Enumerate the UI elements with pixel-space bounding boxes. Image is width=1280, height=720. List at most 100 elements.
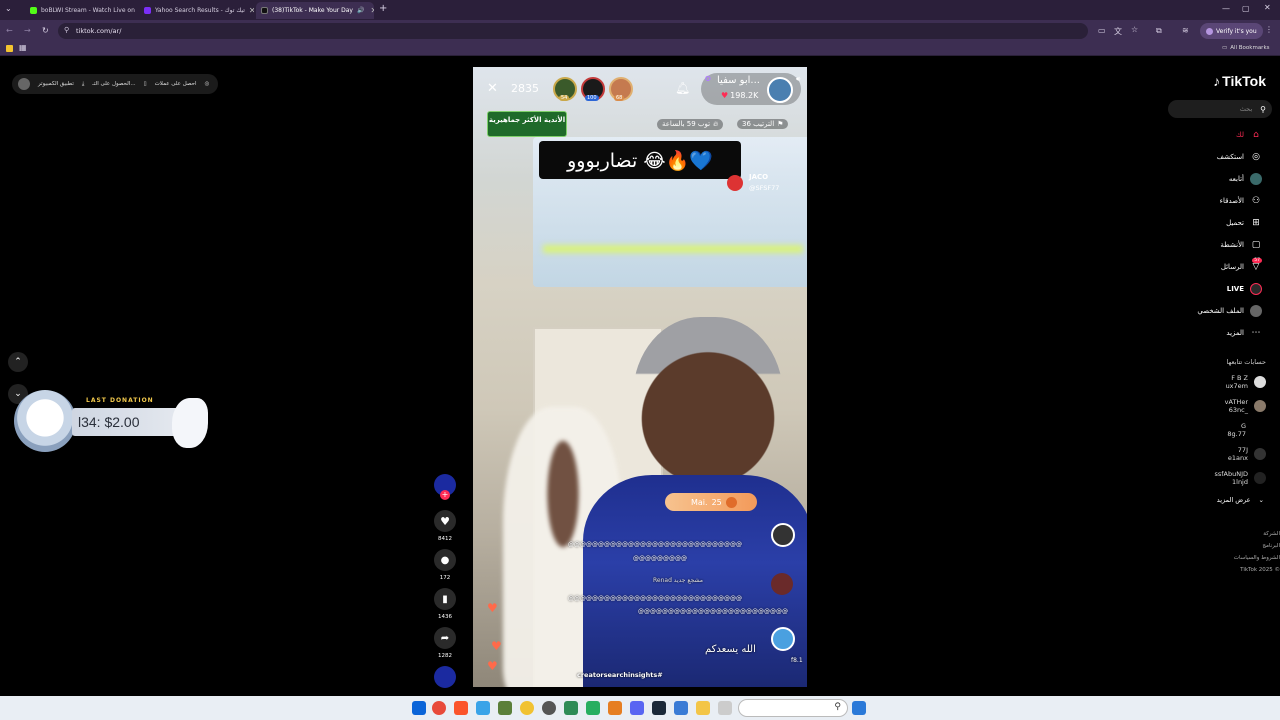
desktop-app-link[interactable]: تطبيق الكمبيوتر [38, 81, 74, 87]
bookmark-star-icon[interactable]: ☆ [1131, 25, 1138, 34]
folder-icon: ▭ [1222, 45, 1228, 51]
translate-icon[interactable]: 文 [1114, 26, 1122, 37]
discord-taskbar-icon[interactable] [630, 701, 644, 715]
hourly-rank-pill[interactable]: توب 59 بالساعة 🔥︎ [657, 119, 724, 130]
gift-sender: Mai. [691, 497, 708, 507]
cast-icon[interactable]: ▭ [1098, 26, 1106, 35]
bell-icon[interactable]: 🔔︎ [675, 81, 690, 95]
search-icon[interactable]: ⚲ [1260, 105, 1266, 114]
user-avatar[interactable] [18, 78, 30, 90]
url-bar[interactable]: ⚲ tiktok.com/ar/ [58, 23, 1088, 39]
tab-kick[interactable]: boBLWI Stream - Watch Live on ✕ [25, 2, 137, 19]
spotify-taskbar-icon[interactable] [586, 701, 600, 715]
back-icon[interactable]: ← [6, 26, 13, 35]
minimize-icon[interactable]: — [1222, 4, 1230, 13]
nav-for-you[interactable]: لك ⌂ [1236, 126, 1262, 144]
follow-plus-icon[interactable]: + [440, 490, 450, 500]
taskbar-search-box[interactable]: ⚲ [738, 699, 848, 717]
close-tab-icon[interactable]: ✕ [249, 6, 254, 15]
following-account[interactable]: ssfAbuNJD 1lnjd [1214, 470, 1266, 486]
like-button[interactable]: ♥ [434, 510, 456, 532]
nav-label: LIVE [1226, 285, 1244, 293]
file-explorer-icon[interactable] [696, 701, 710, 715]
nav-explore[interactable]: استكشف ◎ [1217, 148, 1262, 166]
task-view-icon[interactable] [852, 701, 866, 715]
tab-yahoo[interactable]: Yahoo Search Results - تيك توك ✕ [139, 2, 254, 19]
account-name: vATHer [1224, 398, 1248, 406]
following-account[interactable]: G 8g.77 [1227, 422, 1246, 438]
share-button[interactable]: ➦ [434, 627, 456, 649]
following-account[interactable]: 77J e1anx [1228, 446, 1266, 462]
nav-following[interactable]: أتابعه [1229, 170, 1262, 188]
audio-playing-icon[interactable]: 🔊 [357, 7, 364, 14]
rank-pill[interactable]: الترتيب 36 ⚑ [737, 119, 789, 129]
tiktok-logo[interactable]: ♪ TikTok [1213, 73, 1266, 89]
save-button[interactable]: ▮ [434, 588, 456, 610]
jaco-handle: @SFSF77 [749, 184, 780, 192]
see-more-button[interactable]: عرض المزيد ⌄ [1217, 496, 1264, 504]
chrome-alt-taskbar-icon[interactable] [520, 701, 534, 715]
close-window-icon[interactable]: ✕ [1264, 3, 1271, 12]
extensions-icon[interactable]: ⧉ [1156, 26, 1162, 36]
all-bookmarks-button[interactable]: ▭ All Bookmarks [1222, 45, 1270, 51]
apps-grid-icon[interactable]: ▦ [19, 43, 27, 52]
chrome-taskbar-icon[interactable] [432, 701, 446, 715]
app-taskbar-icon[interactable] [608, 701, 622, 715]
brave-taskbar-icon[interactable] [454, 701, 468, 715]
maximize-icon[interactable]: ▢ [1242, 4, 1250, 13]
bookmark-folder-icon[interactable] [6, 45, 13, 52]
app-taskbar-icon[interactable] [718, 701, 732, 715]
footer-company-link[interactable]: الشركة [1234, 528, 1280, 540]
close-tab-icon[interactable]: ✕ [370, 6, 374, 15]
following-account[interactable]: F B Zux7em [1226, 374, 1266, 390]
nav-friends[interactable]: الأصدقاء ⚇ [1220, 192, 1262, 210]
share-count: 1282 [438, 653, 452, 659]
comment-button[interactable]: ● [434, 549, 456, 571]
xbox-taskbar-icon[interactable] [498, 701, 512, 715]
live-video-player[interactable]: ✕ 2835 54 100 68 🔔︎ ✪ ابو سفيا... ♥ 198.… [473, 67, 807, 687]
obs-taskbar-icon[interactable] [542, 701, 556, 715]
chat-join-message: Renad مشجع جديد [653, 577, 704, 584]
verify-profile-button[interactable]: Verify it's you [1200, 23, 1263, 39]
footer-program-link[interactable]: البرنامج [1234, 540, 1280, 552]
nav-profile[interactable]: الملف الشخصي [1197, 302, 1262, 320]
bookmark-icon: ▮ [442, 593, 448, 605]
close-live-icon[interactable]: ✕ [487, 81, 498, 96]
host-avatar[interactable] [767, 77, 793, 103]
nav-upload[interactable]: تحميل ⊞ [1226, 214, 1262, 232]
chat-user-avatar[interactable] [771, 523, 795, 547]
hashtag-link[interactable]: creatorsearchinsights# [577, 671, 663, 679]
start-icon[interactable] [412, 701, 426, 715]
get-app-link[interactable]: الحصول على التـ... [92, 81, 135, 87]
nav-activity[interactable]: الأنشطة ▢ [1220, 236, 1262, 254]
steam-taskbar-icon[interactable] [652, 701, 666, 715]
chat-user-avatar[interactable] [771, 573, 793, 595]
app-taskbar-icon[interactable] [564, 701, 578, 715]
chrome-menu-icon[interactable]: ⋮ [1265, 25, 1273, 34]
speaker-icon[interactable]: 🔊︎ [796, 75, 800, 84]
media-controls-icon[interactable]: ≋ [1182, 26, 1189, 35]
chat-message: @@@@@@@@@@@@@@@@@@@@@@@@@ [638, 608, 788, 615]
nav-more[interactable]: المزيد ⋯ [1226, 324, 1262, 342]
see-more-label: عرض المزيد [1216, 496, 1251, 504]
donation-amount: l34: $2.00 [78, 414, 140, 430]
nav-live[interactable]: LIVE [1227, 280, 1262, 298]
previous-video-button[interactable]: ⌃ [8, 352, 28, 372]
tab-tiktok[interactable]: (38)TikTok - Make Your Day 🔊 ✕ [256, 2, 374, 19]
app-taskbar-icon[interactable] [674, 701, 688, 715]
following-account[interactable]: vATHer 63nc_ [1225, 398, 1266, 414]
club-badge[interactable]: الأندية الأكثر جماهيرية [487, 111, 567, 137]
footer-terms-link[interactable]: الشروط والسياسات [1234, 552, 1280, 564]
get-coins-link[interactable]: احصل على عملات [155, 81, 197, 87]
search-input[interactable]: بحث ⚲ [1168, 100, 1272, 118]
floating-heart-icon: ♥ [487, 601, 498, 615]
tab-list-icon[interactable]: ⌄ [5, 4, 12, 13]
edge-taskbar-icon[interactable] [476, 701, 490, 715]
reload-icon[interactable]: ↻ [42, 26, 49, 35]
site-info-icon[interactable]: ⚲ [64, 26, 69, 34]
chat-user-avatar[interactable] [771, 627, 795, 651]
music-disc[interactable] [434, 666, 456, 688]
new-tab-icon[interactable]: + [379, 3, 387, 14]
forward-icon[interactable]: → [24, 26, 31, 35]
heart-icon: ♥ [721, 91, 729, 100]
